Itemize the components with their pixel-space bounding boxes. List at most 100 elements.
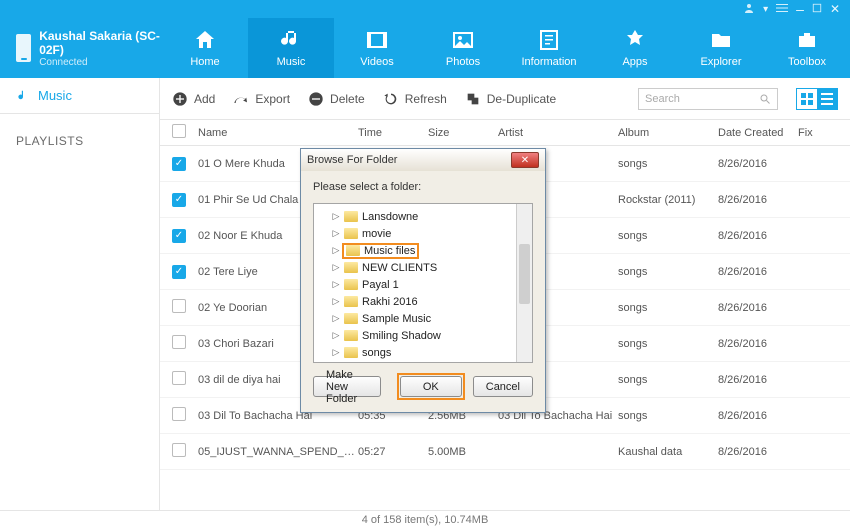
ok-button[interactable]: OK [400,376,462,397]
select-all-checkbox[interactable] [172,124,186,138]
delete-button[interactable]: Delete [308,91,365,107]
folder-label: Sample Music [362,313,431,325]
folder-label: Music files [364,245,415,257]
minimize-icon[interactable]: – [796,5,804,13]
folder-item[interactable]: ▷Smiling Shadow [316,327,530,344]
cell-date: 8/26/2016 [718,230,798,242]
export-button[interactable]: Export [233,91,290,107]
refresh-icon [383,91,399,107]
sidebar: Music PLAYLISTS [0,78,160,510]
menu-icon[interactable] [776,2,788,17]
cell-time: 05:27 [358,446,428,458]
dedup-button[interactable]: De-Duplicate [465,91,556,107]
row-checkbox[interactable] [172,443,186,457]
expand-icon[interactable]: ▷ [332,296,340,307]
row-checkbox[interactable] [172,299,186,313]
folder-label: Rakhi 2016 [362,296,418,308]
expand-icon[interactable]: ▷ [332,245,340,256]
cell-album: Rockstar (2011) [618,194,718,206]
grid-view-button[interactable] [797,89,817,109]
list-view-button[interactable] [817,89,837,109]
nav-tabs: Home Music Videos Photos Information App… [162,18,850,78]
expand-icon[interactable]: ▷ [332,262,340,273]
folder-item[interactable]: ▷ movie [316,225,530,242]
expand-icon[interactable]: ▷ [332,228,340,239]
row-checkbox[interactable] [172,335,186,349]
add-button[interactable]: Add [172,91,215,107]
dialog-title-text: Browse For Folder [307,154,397,166]
dialog-titlebar[interactable]: Browse For Folder ✕ [301,149,545,171]
table-row[interactable]: 05_IJUST_WANNA_SPEND_MY_LIF05:275.00MB Ka… [160,434,850,470]
expand-icon[interactable]: ▷ [332,347,340,358]
folder-label: songs [362,347,391,359]
folder-item[interactable]: ▷ Payal 1 [316,276,530,293]
row-checkbox[interactable] [172,407,186,421]
folder-item[interactable]: ▷ Rakhi 2016 [316,293,530,310]
folder-icon [344,313,358,324]
cell-album: Kaushal data [618,446,718,458]
folder-label: Lansdowne [362,211,418,223]
folder-item[interactable]: ▷ Music files [316,242,530,259]
cell-date: 8/26/2016 [718,410,798,422]
col-date[interactable]: Date Created [718,127,798,139]
user-icon[interactable] [743,2,755,17]
folder-tree[interactable]: ▷ Lansdowne ▷ movie ▷ Music files ▷NEW CLIENTS… [313,203,533,363]
sidebar-item-music[interactable]: Music [0,78,159,114]
col-album[interactable]: Album [618,127,718,139]
cell-date: 8/26/2016 [718,158,798,170]
tab-home[interactable]: Home [162,18,248,78]
col-fix[interactable]: Fix [798,127,828,139]
expand-icon[interactable]: ▷ [332,330,340,341]
make-new-folder-button[interactable]: Make New Folder [313,376,381,397]
scrollbar-thumb[interactable] [519,244,530,304]
col-name[interactable]: Name [198,127,358,139]
music-note-icon [16,89,30,103]
dialog-close-button[interactable]: ✕ [511,152,539,168]
folder-label: Payal 1 [362,279,399,291]
folder-icon [344,330,358,341]
folder-icon [344,262,358,273]
folder-item[interactable]: ▷ Sample Music [316,310,530,327]
search-input[interactable]: Search [638,88,778,110]
cell-album: songs [618,158,718,170]
row-checkbox[interactable] [172,265,186,279]
tab-information[interactable]: Information [506,18,592,78]
folder-item[interactable]: ▷ songs [316,344,530,361]
tab-photos[interactable]: Photos [420,18,506,78]
cell-size: 5.00MB [428,446,498,458]
cell-album: songs [618,302,718,314]
row-checkbox[interactable] [172,193,186,207]
cancel-button[interactable]: Cancel [473,376,533,397]
device-info[interactable]: Kaushal Sakaria (SC-02F) Connected [0,29,162,68]
tab-explorer[interactable]: Explorer [678,18,764,78]
maximize-icon[interactable] [812,2,822,16]
cell-date: 8/26/2016 [718,266,798,278]
col-time[interactable]: Time [358,127,428,139]
folder-label: movie [362,228,391,240]
tab-toolbox[interactable]: Toolbox [764,18,850,78]
dropdown-icon[interactable]: ▾ [763,4,768,15]
dedup-icon [465,91,481,107]
table-header: Name Time Size Artist Album Date Created… [160,120,850,146]
cell-album: songs [618,410,718,422]
tab-apps[interactable]: Apps [592,18,678,78]
scrollbar[interactable] [516,204,532,362]
refresh-button[interactable]: Refresh [383,91,447,107]
col-size[interactable]: Size [428,127,498,139]
tab-videos[interactable]: Videos [334,18,420,78]
row-checkbox[interactable] [172,157,186,171]
expand-icon[interactable]: ▷ [332,279,340,290]
row-checkbox[interactable] [172,229,186,243]
tab-music[interactable]: Music [248,18,334,78]
cell-date: 8/26/2016 [718,302,798,314]
cell-name: 05_IJUST_WANNA_SPEND_MY_LIF [198,446,358,458]
col-artist[interactable]: Artist [498,127,618,139]
expand-icon[interactable]: ▷ [332,313,340,324]
close-icon[interactable]: ✕ [830,2,840,16]
device-name: Kaushal Sakaria (SC-02F) [39,29,162,57]
row-checkbox[interactable] [172,371,186,385]
folder-icon [346,245,360,256]
expand-icon[interactable]: ▷ [332,211,340,222]
folder-item[interactable]: ▷ Lansdowne [316,208,530,225]
folder-item[interactable]: ▷NEW CLIENTS [316,259,530,276]
